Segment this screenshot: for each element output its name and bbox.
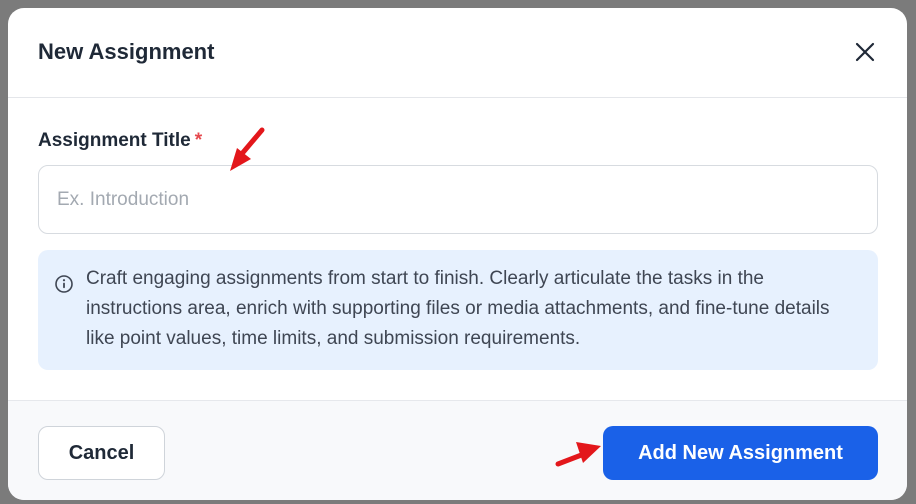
dialog-footer: Cancel Add New Assignment	[8, 400, 907, 500]
required-marker: *	[194, 130, 203, 151]
new-assignment-dialog: New Assignment Assignment Title* Craft e…	[8, 8, 907, 500]
close-button[interactable]	[849, 36, 881, 68]
dialog-header: New Assignment	[8, 8, 907, 98]
cancel-button[interactable]: Cancel	[38, 426, 165, 480]
info-text: Craft engaging assignments from start to…	[86, 268, 830, 349]
dialog-body: Assignment Title* Craft engaging assignm…	[8, 98, 907, 400]
info-icon	[55, 275, 73, 293]
assignment-title-input[interactable]	[38, 165, 878, 234]
close-icon	[855, 42, 875, 62]
assignment-title-label: Assignment Title *	[38, 128, 202, 154]
info-callout: Craft engaging assignments from start to…	[38, 250, 878, 370]
add-new-assignment-button[interactable]: Add New Assignment	[603, 426, 878, 480]
dialog-title: New Assignment	[38, 39, 215, 64]
assignment-title-label-text: Assignment Title	[38, 130, 191, 151]
